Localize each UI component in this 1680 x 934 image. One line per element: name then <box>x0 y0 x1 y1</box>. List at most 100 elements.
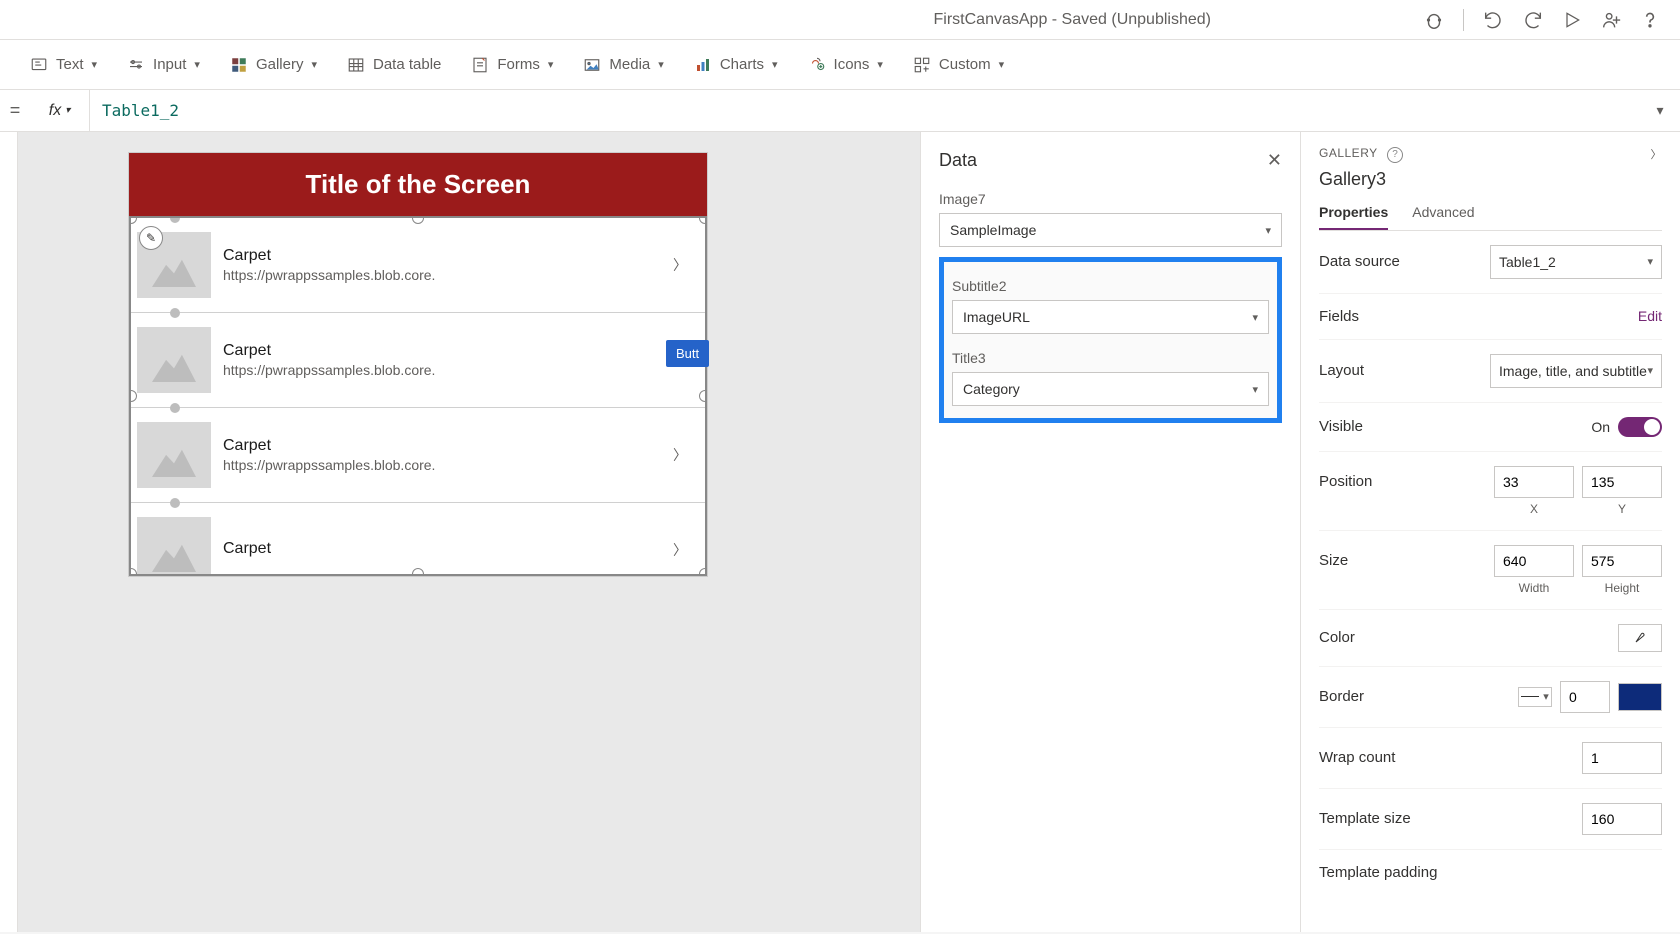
template-size-input[interactable] <box>1582 803 1662 835</box>
resize-handle[interactable] <box>699 390 707 402</box>
gallery-item-title: Carpet <box>223 540 661 558</box>
formula-input[interactable] <box>90 90 1640 131</box>
prop-position-label: Position <box>1319 473 1372 490</box>
expand-formula-icon[interactable]: ▾ <box>1640 102 1680 119</box>
left-rail[interactable] <box>0 132 18 932</box>
media-icon <box>583 56 601 74</box>
ribbon-datatable[interactable]: Data table <box>347 56 441 74</box>
ribbon-charts[interactable]: Charts ▾ <box>694 56 778 74</box>
prop-layout-label: Layout <box>1319 362 1364 379</box>
size-width-input[interactable] <box>1494 545 1574 577</box>
data-field-select-title[interactable]: Category ▾ <box>952 372 1269 406</box>
chevron-right-icon[interactable]: 〉 <box>673 445 693 465</box>
chevron-down-icon: ▾ <box>1252 311 1258 324</box>
canvas-screen[interactable]: Title of the Screen ✎ C <box>128 152 708 577</box>
ribbon-text[interactable]: Text ▾ <box>30 56 97 74</box>
data-panel: Data ✕ Image7 SampleImage ▾ Subtitle2 Im… <box>920 132 1300 932</box>
ribbon-label: Icons <box>834 56 870 73</box>
gallery-item[interactable]: Carpet https://pwrappssamples.blob.core.… <box>131 408 705 503</box>
ribbon-label: Forms <box>497 56 540 73</box>
chevron-down-icon: ▾ <box>658 58 664 71</box>
prop-value: Image, title, and subtitle <box>1499 363 1647 379</box>
ribbon-input[interactable]: Input ▾ <box>127 56 200 74</box>
edit-pencil-icon[interactable]: ✎ <box>139 226 163 250</box>
gallery-control[interactable]: ✎ Carpet https://pwrappssamples.blo <box>129 216 707 576</box>
data-panel-title: Data <box>939 150 977 171</box>
data-select-value: Category <box>963 381 1020 397</box>
chevron-down-icon: ▾ <box>311 58 317 71</box>
ribbon-media[interactable]: Media ▾ <box>583 56 663 74</box>
chevron-down-icon: ▾ <box>1265 224 1271 237</box>
border-width-input[interactable] <box>1560 681 1610 713</box>
help-circle-icon[interactable]: ? <box>1387 147 1403 163</box>
border-color-swatch[interactable] <box>1618 683 1662 711</box>
props-section: GALLERY <box>1319 146 1377 160</box>
prop-wrap-label: Wrap count <box>1319 749 1395 766</box>
data-source-select[interactable]: Table1_2 ▾ <box>1490 245 1662 279</box>
ribbon-icons[interactable]: Icons ▾ <box>808 56 883 74</box>
edit-fields-link[interactable]: Edit <box>1638 308 1662 324</box>
tab-advanced[interactable]: Advanced <box>1412 204 1474 230</box>
ribbon-label: Media <box>609 56 650 73</box>
prop-visible-label: Visible <box>1319 418 1363 435</box>
data-field-label: Title3 <box>952 350 1269 366</box>
play-icon[interactable] <box>1562 10 1582 30</box>
share-icon[interactable] <box>1600 9 1622 31</box>
title-bar: FirstCanvasApp - Saved (Unpublished) <box>0 0 1680 40</box>
border-style-select[interactable]: ▾ <box>1518 687 1552 707</box>
color-picker[interactable] <box>1618 624 1662 652</box>
chevron-right-icon[interactable]: 〉 <box>673 255 693 275</box>
data-select-value: SampleImage <box>950 222 1036 238</box>
visible-toggle[interactable] <box>1618 417 1662 437</box>
tab-properties[interactable]: Properties <box>1319 204 1388 230</box>
redo-icon[interactable] <box>1522 9 1544 31</box>
gallery-item[interactable]: Carpet https://pwrappssamples.blob.core.… <box>131 218 705 313</box>
chevron-down-icon: ▾ <box>999 58 1005 71</box>
ribbon-forms[interactable]: Forms ▾ <box>471 56 553 74</box>
chevron-right-icon[interactable]: 〉 <box>673 540 693 560</box>
chevron-down-icon: ▾ <box>548 58 554 71</box>
data-field-select-subtitle[interactable]: ImageURL ▾ <box>952 300 1269 334</box>
forms-icon <box>471 56 489 74</box>
prop-value: Table1_2 <box>1499 254 1556 270</box>
ribbon-custom[interactable]: Custom ▾ <box>913 56 1004 74</box>
prop-border-label: Border <box>1319 688 1364 705</box>
gallery-item[interactable]: Carpet https://pwrappssamples.blob.core.… <box>131 313 705 408</box>
diagnostics-icon[interactable] <box>1423 9 1445 31</box>
chevron-down-icon: ▾ <box>1647 364 1653 377</box>
close-icon[interactable]: ✕ <box>1267 150 1282 171</box>
gallery-item-subtitle: https://pwrappssamples.blob.core. <box>223 457 661 473</box>
prop-size-label: Size <box>1319 552 1348 569</box>
gallery-item-title: Carpet <box>223 247 661 265</box>
chevron-right-icon[interactable]: 〉 <box>1651 146 1663 162</box>
canvas-area[interactable]: Title of the Screen ✎ C <box>18 132 920 932</box>
charts-icon <box>694 56 712 74</box>
fx-dropdown[interactable]: fx▾ <box>30 90 90 131</box>
size-height-sublabel: Height <box>1582 581 1662 595</box>
image-placeholder-icon <box>137 327 211 393</box>
canvas-button[interactable]: Butt <box>666 340 709 367</box>
undo-icon[interactable] <box>1482 9 1504 31</box>
chevron-down-icon: ▾ <box>1647 255 1653 268</box>
wrap-count-input[interactable] <box>1582 742 1662 774</box>
position-y-input[interactable] <box>1582 466 1662 498</box>
size-height-input[interactable] <box>1582 545 1662 577</box>
gallery-item-title: Carpet <box>223 342 661 360</box>
control-name: Gallery3 <box>1319 169 1662 190</box>
image-placeholder-icon <box>137 422 211 488</box>
size-width-sublabel: Width <box>1494 581 1574 595</box>
input-icon <box>127 56 145 74</box>
position-x-input[interactable] <box>1494 466 1574 498</box>
gallery-item[interactable]: Carpet 〉 <box>131 503 705 576</box>
equals-label: = <box>0 100 30 121</box>
data-field-select-image[interactable]: SampleImage ▾ <box>939 213 1282 247</box>
gallery-item-subtitle: https://pwrappssamples.blob.core. <box>223 267 661 283</box>
position-x-sublabel: X <box>1494 502 1574 516</box>
layout-select[interactable]: Image, title, and subtitle ▾ <box>1490 354 1662 388</box>
chevron-down-icon: ▾ <box>1252 383 1258 396</box>
ribbon-gallery[interactable]: Gallery ▾ <box>230 56 317 74</box>
icons-icon <box>808 56 826 74</box>
prop-color-label: Color <box>1319 629 1355 646</box>
custom-icon <box>913 56 931 74</box>
help-icon[interactable] <box>1640 10 1660 30</box>
